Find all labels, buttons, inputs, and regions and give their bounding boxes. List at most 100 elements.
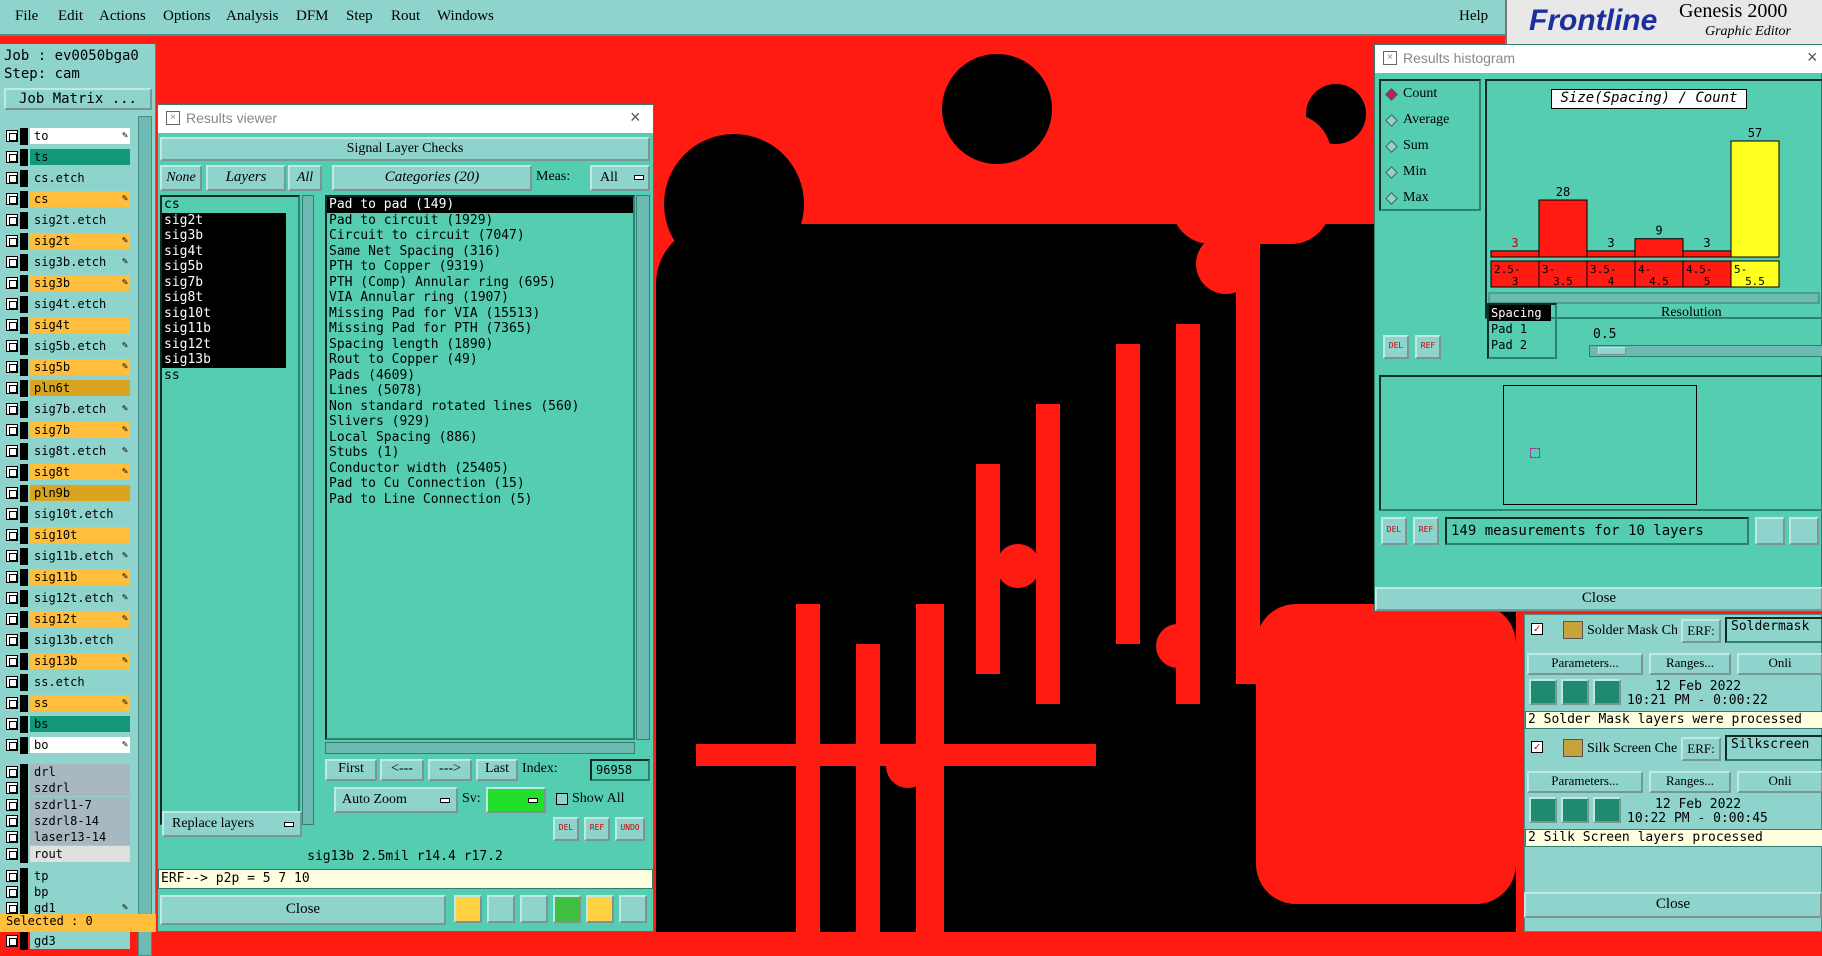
layer-row[interactable]: szdrl: [6, 780, 130, 798]
layer-row[interactable]: szdrl8-14: [6, 812, 130, 830]
parameters-button[interactable]: Parameters...: [1527, 771, 1643, 793]
layer-name[interactable]: sig7b: [30, 422, 130, 438]
category-item[interactable]: Pad to pad (149): [327, 197, 633, 213]
layer-checkbox[interactable]: [6, 766, 18, 778]
layer-list-item[interactable]: ss: [162, 368, 286, 384]
meas-dropdown[interactable]: All: [590, 165, 650, 191]
layer-name[interactable]: sig12t.etch: [30, 590, 130, 606]
param-item[interactable]: Spacing: [1489, 305, 1551, 321]
menu-dfm[interactable]: DFM: [296, 8, 329, 25]
layer-name[interactable]: sig4t.etch: [30, 296, 130, 312]
layer-checkbox[interactable]: [6, 613, 18, 625]
sv-color-dropdown[interactable]: [486, 787, 546, 813]
online-button[interactable]: Onli: [1737, 653, 1822, 675]
layer-name[interactable]: cs: [30, 191, 130, 207]
layer-checkbox[interactable]: [6, 697, 18, 709]
menu-file[interactable]: File: [15, 8, 38, 25]
layer-name[interactable]: sig3b: [30, 275, 130, 291]
histogram-bar[interactable]: [1634, 238, 1684, 258]
ref-button[interactable]: REF: [584, 817, 610, 841]
layer-name[interactable]: bs: [30, 716, 130, 732]
layer-row[interactable]: sig12t.etch: [6, 590, 130, 607]
hist-del-button-2[interactable]: DEL: [1381, 517, 1407, 545]
category-item[interactable]: Missing Pad for PTH (7365): [327, 321, 633, 337]
preview-frame[interactable]: [1503, 385, 1697, 505]
run-icon[interactable]: [1561, 797, 1589, 823]
category-item[interactable]: PTH (Comp) Annular ring (695): [327, 275, 633, 291]
layer-name[interactable]: laser13-14: [30, 829, 130, 846]
layer-list-item[interactable]: sig4t: [162, 243, 286, 259]
layer-checkbox[interactable]: [6, 886, 18, 899]
layer-row[interactable]: cs.etch: [6, 170, 130, 187]
layer-name[interactable]: sig8t.etch: [30, 443, 130, 459]
layer-checkbox[interactable]: [6, 424, 18, 436]
run-icon[interactable]: [1529, 679, 1557, 705]
layer-name[interactable]: sig3b.etch: [30, 254, 130, 270]
histogram-bar[interactable]: [1682, 250, 1732, 258]
show-all-checkbox[interactable]: [556, 793, 568, 805]
layer-row[interactable]: sig8t.etch: [6, 443, 130, 460]
category-item[interactable]: Conductor width (25405): [327, 461, 633, 477]
radio-average[interactable]: Average: [1385, 111, 1479, 133]
layer-row[interactable]: sig2t: [6, 233, 130, 250]
param-item[interactable]: Pad 2: [1489, 337, 1551, 353]
job-matrix-button[interactable]: Job Matrix ...: [4, 88, 152, 110]
close-icon[interactable]: ×: [1807, 47, 1818, 68]
tool-icon-2[interactable]: [487, 895, 515, 923]
layer-list-item[interactable]: sig12t: [162, 336, 286, 352]
layer-name[interactable]: sig4t: [30, 317, 130, 333]
layer-checkbox[interactable]: [6, 361, 18, 373]
prev-button[interactable]: <---: [380, 759, 424, 781]
radio-max[interactable]: Max: [1385, 189, 1479, 211]
layer-name[interactable]: ss: [30, 695, 130, 711]
layer-name[interactable]: sig5b: [30, 359, 130, 375]
layer-checkbox[interactable]: [6, 445, 18, 457]
layer-row[interactable]: sig2t.etch: [6, 212, 130, 229]
close-button[interactable]: Close: [160, 895, 446, 925]
tool-icon-1[interactable]: [454, 895, 482, 923]
category-item[interactable]: Circuit to circuit (7047): [327, 228, 633, 244]
category-item[interactable]: Missing Pad for VIA (15513): [327, 306, 633, 322]
layer-row[interactable]: to: [6, 128, 130, 145]
layer-row[interactable]: sig12t: [6, 611, 130, 628]
layer-row[interactable]: bs: [6, 716, 130, 733]
category-item[interactable]: Pad to Cu Connection (15): [327, 476, 633, 492]
layer-checkbox[interactable]: [6, 382, 18, 394]
layer-row[interactable]: ss: [6, 695, 130, 712]
layer-checkbox[interactable]: [6, 869, 18, 882]
layer-checkbox[interactable]: [6, 529, 18, 541]
layer-name[interactable]: rout: [30, 845, 130, 862]
layer-list-item[interactable]: sig5b: [162, 259, 286, 275]
slider-thumb[interactable]: [1598, 347, 1626, 355]
category-hscrollbar[interactable]: [325, 742, 635, 754]
layer-row[interactable]: bo: [6, 737, 130, 754]
bar-chart-icon[interactable]: [619, 895, 647, 923]
layer-row[interactable]: sig4t: [6, 317, 130, 334]
ranges-button[interactable]: Ranges...: [1649, 653, 1731, 675]
tool-icon-3[interactable]: [520, 895, 548, 923]
tool-icon-4[interactable]: [553, 895, 581, 923]
layer-row[interactable]: ts: [6, 149, 130, 166]
layer-checkbox[interactable]: [6, 718, 18, 730]
layer-list-item[interactable]: sig7b: [162, 274, 286, 290]
menu-rout[interactable]: Rout: [391, 8, 420, 25]
category-item[interactable]: Pad to circuit (1929): [327, 213, 633, 229]
parameters-button[interactable]: Parameters...: [1527, 653, 1643, 675]
category-item[interactable]: Lines (5078): [327, 383, 633, 399]
category-item[interactable]: Spacing length (1890): [327, 337, 633, 353]
layer-checkbox[interactable]: [6, 739, 18, 751]
layer-checkbox[interactable]: [6, 319, 18, 331]
ranges-button[interactable]: Ranges...: [1649, 771, 1731, 793]
hist-ref-button-2[interactable]: REF: [1413, 517, 1439, 545]
category-item[interactable]: Slivers (929): [327, 414, 633, 430]
radio-sum[interactable]: Sum: [1385, 137, 1479, 159]
erf-value-field[interactable]: Soldermask: [1725, 617, 1822, 643]
layer-name[interactable]: sig10t.etch: [30, 506, 130, 522]
layer-row[interactable]: pln9b: [6, 485, 130, 502]
param-item[interactable]: Pad 1: [1489, 321, 1551, 337]
hist-del-button[interactable]: DEL: [1383, 335, 1409, 359]
layer-name[interactable]: gd3: [30, 933, 130, 949]
run-icon[interactable]: [1561, 679, 1589, 705]
radio-min[interactable]: Min: [1385, 163, 1479, 185]
histogram-close-button[interactable]: Close: [1375, 587, 1822, 611]
